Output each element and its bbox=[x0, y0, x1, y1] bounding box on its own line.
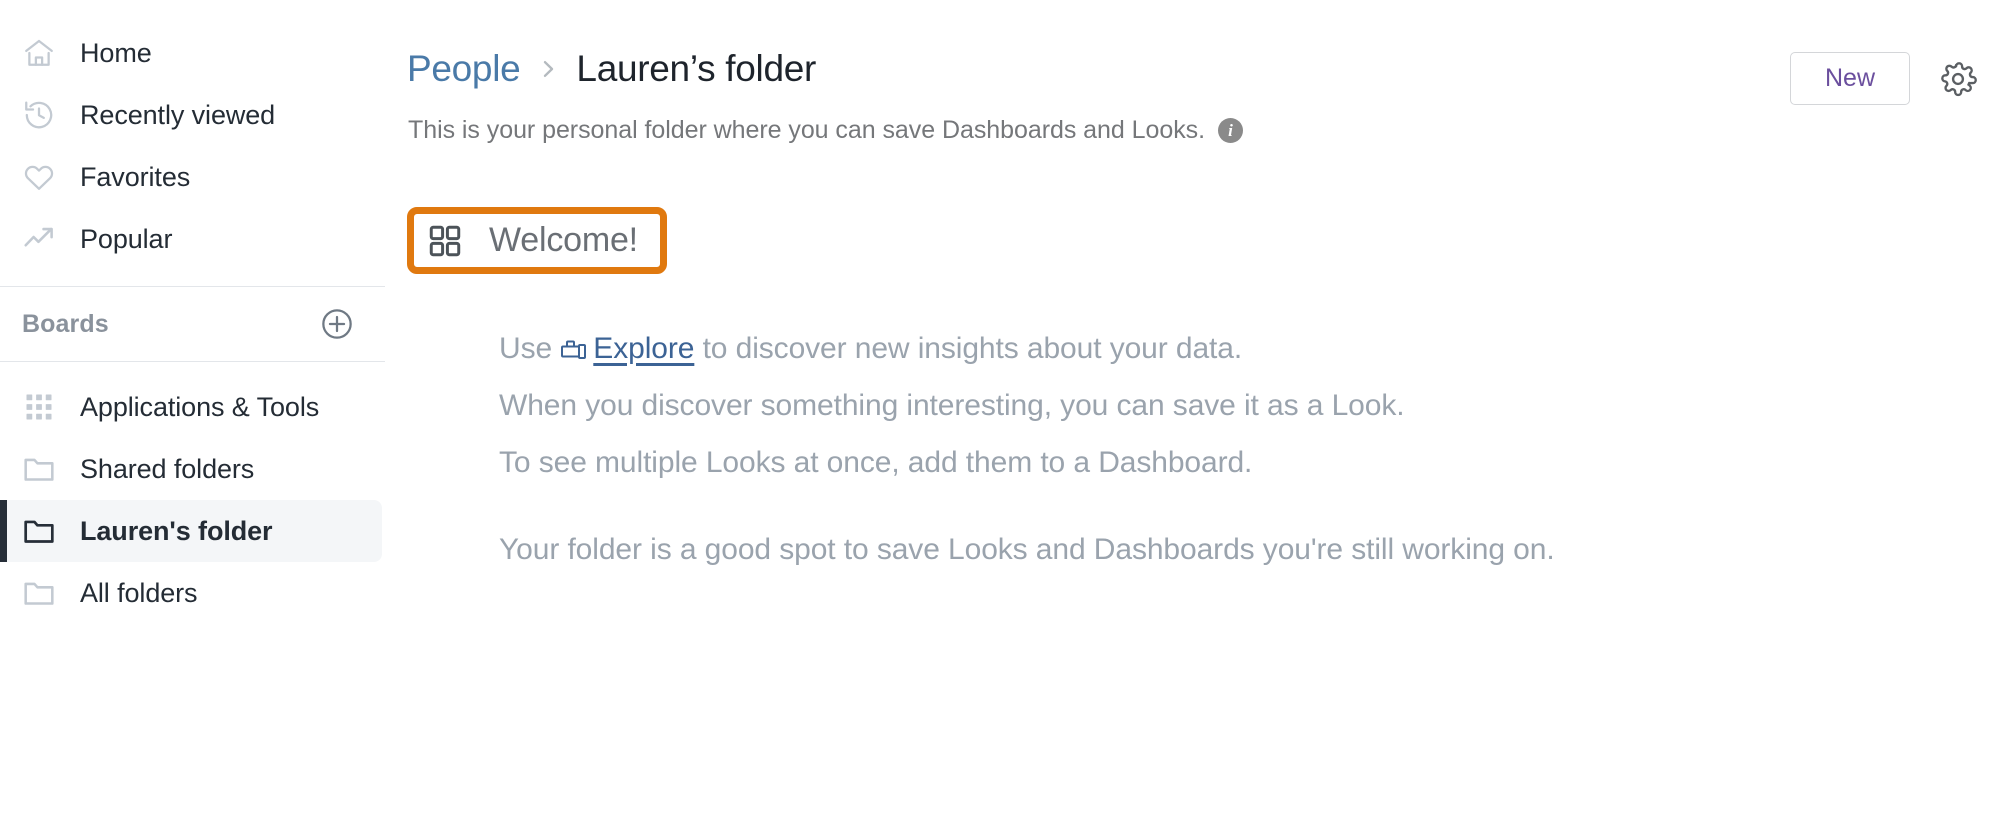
sidebar-item-label: Popular bbox=[80, 223, 173, 254]
breadcrumb: People Lauren’s folder bbox=[385, 48, 2000, 90]
apps-grid-icon bbox=[22, 390, 56, 424]
selected-indicator bbox=[0, 500, 7, 562]
explore-icon bbox=[560, 323, 590, 359]
sidebar-item-popular[interactable]: Popular bbox=[0, 208, 385, 270]
page-title: Lauren’s folder bbox=[576, 48, 817, 89]
page-header: People Lauren’s folder This is your pers… bbox=[385, 0, 2000, 145]
explore-link[interactable]: Explore bbox=[560, 332, 694, 365]
trending-up-icon bbox=[22, 222, 56, 256]
sidebar-item-applications-and-tools[interactable]: Applications & Tools bbox=[0, 376, 385, 438]
looker-folder-page: Home Recently viewed Favorites Popular B… bbox=[0, 0, 2000, 830]
sidebar-item-favorites[interactable]: Favorites bbox=[0, 146, 385, 208]
sidebar-item-home[interactable]: Home bbox=[0, 22, 385, 84]
sidebar-item-label: Shared folders bbox=[80, 453, 255, 484]
page-subtitle-row: This is your personal folder where you c… bbox=[385, 116, 2000, 145]
page-subtitle: This is your personal folder where you c… bbox=[408, 116, 1205, 144]
info-icon[interactable]: i bbox=[1218, 118, 1243, 143]
chevron-right-icon bbox=[534, 54, 562, 84]
sidebar-item-shared-folders[interactable]: Shared folders bbox=[0, 438, 385, 500]
folder-content: Welcome! Use Explore to discover new ins… bbox=[385, 207, 2000, 578]
folder-icon bbox=[22, 576, 56, 610]
sidebar-item-label: Lauren's folder bbox=[80, 515, 273, 546]
help-line-explore: Use Explore to discover new insights abo… bbox=[499, 320, 2000, 377]
sidebar-item-label: Recently viewed bbox=[80, 99, 276, 130]
heart-icon bbox=[22, 160, 56, 194]
help-line-prefix: Use bbox=[499, 332, 561, 365]
folder-icon bbox=[22, 514, 56, 548]
help-line-suffix: to discover new insights about your data… bbox=[694, 332, 1243, 365]
header-actions: New bbox=[1790, 52, 1978, 105]
sidebar-item-label: All folders bbox=[80, 577, 198, 608]
help-line-dashboard: To see multiple Looks at once, add them … bbox=[499, 446, 1253, 479]
welcome-highlight-box: Welcome! bbox=[407, 207, 667, 274]
sidebar: Home Recently viewed Favorites Popular B… bbox=[0, 0, 385, 830]
sidebar-item-all-folders[interactable]: All folders bbox=[0, 562, 385, 624]
home-icon bbox=[22, 36, 56, 70]
sidebar-item-laurens-folder[interactable]: Lauren's folder bbox=[0, 500, 382, 562]
dashboard-item-welcome[interactable]: Welcome! bbox=[428, 221, 638, 260]
sidebar-item-label: Home bbox=[80, 37, 152, 68]
sidebar-item-label: Applications & Tools bbox=[80, 391, 320, 422]
gear-icon[interactable] bbox=[1938, 59, 1978, 99]
history-icon bbox=[22, 98, 56, 132]
sidebar-divider-bottom bbox=[0, 361, 385, 362]
dashboard-grid-icon bbox=[428, 224, 462, 258]
folder-help-text: Use Explore to discover new insights abo… bbox=[407, 320, 2000, 578]
welcome-label: Welcome! bbox=[489, 221, 638, 259]
explore-link-label: Explore bbox=[593, 332, 695, 365]
sidebar-item-label: Favorites bbox=[80, 161, 191, 192]
main-content: People Lauren’s folder This is your pers… bbox=[385, 0, 2000, 830]
new-button[interactable]: New bbox=[1790, 52, 1910, 105]
help-line-look: When you discover something interesting,… bbox=[499, 389, 1405, 422]
plus-circle-icon[interactable] bbox=[319, 306, 355, 342]
sidebar-item-recently-viewed[interactable]: Recently viewed bbox=[0, 84, 385, 146]
help-line-folder: Your folder is a good spot to save Looks… bbox=[499, 533, 1555, 566]
folder-icon bbox=[22, 452, 56, 486]
sidebar-section-boards: Boards bbox=[0, 287, 385, 361]
sidebar-section-title: Boards bbox=[22, 309, 109, 338]
breadcrumb-parent-link[interactable]: People bbox=[407, 48, 521, 90]
